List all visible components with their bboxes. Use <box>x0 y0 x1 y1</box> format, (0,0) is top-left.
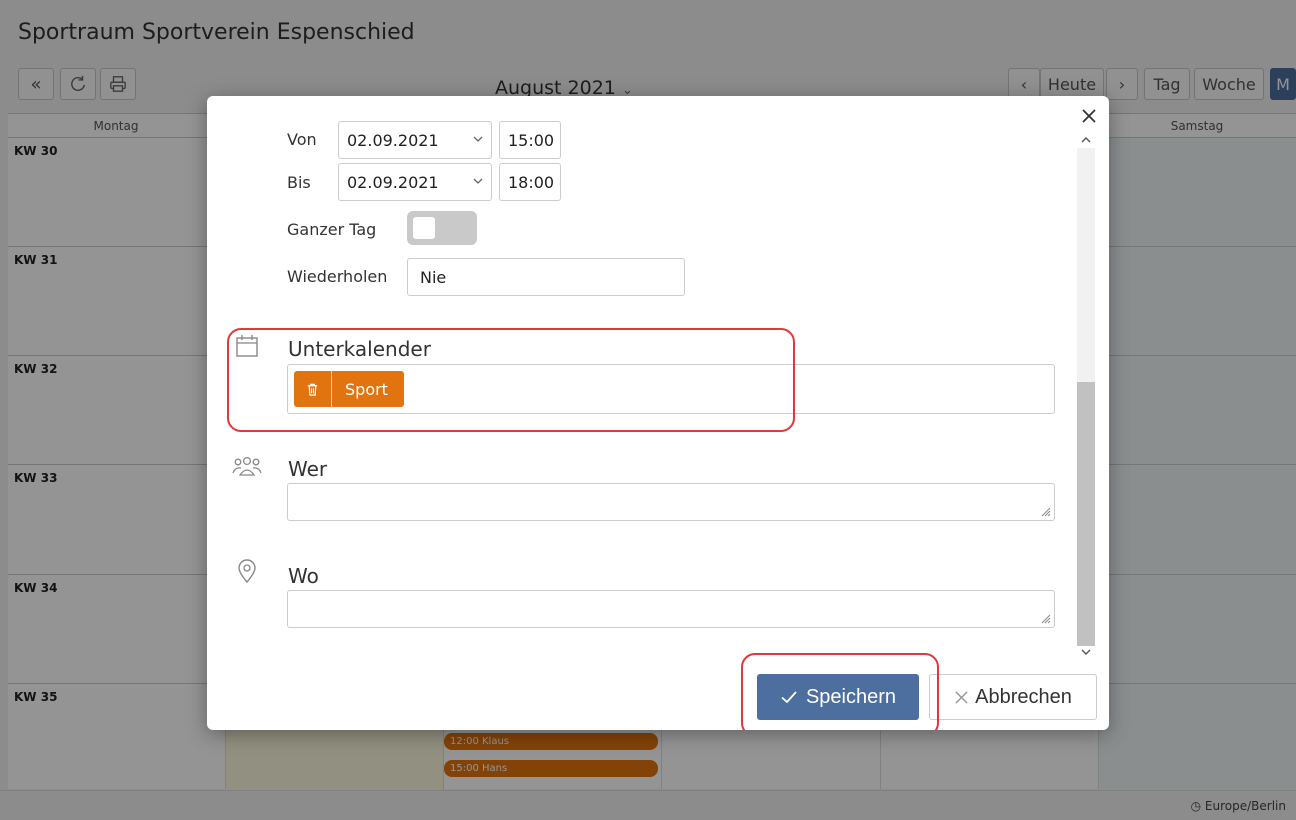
chevron-down-icon <box>473 178 483 184</box>
scroll-down-icon[interactable] <box>1080 646 1092 658</box>
who-textarea[interactable] <box>287 483 1055 521</box>
all-day-toggle[interactable] <box>407 211 477 245</box>
highlight-annotation <box>741 653 939 730</box>
from-time-input[interactable]: 15:00 <box>499 121 561 159</box>
cancel-label: Abbrechen <box>975 685 1072 708</box>
repeat-value: Nie <box>420 267 447 287</box>
where-title: Wo <box>288 564 319 588</box>
toggle-knob <box>413 217 435 239</box>
scroll-up-icon[interactable] <box>1080 134 1092 146</box>
to-time-value: 18:00 <box>508 172 555 192</box>
repeat-select[interactable]: Nie <box>407 258 685 296</box>
resize-handle-icon[interactable] <box>1040 506 1051 517</box>
close-icon <box>955 690 968 704</box>
cancel-button[interactable]: Abbrechen <box>929 674 1097 720</box>
where-textarea[interactable] <box>287 590 1055 628</box>
people-icon <box>232 456 262 476</box>
to-date-value: 02.09.2021 <box>347 172 439 192</box>
close-button[interactable] <box>1078 105 1100 127</box>
resize-handle-icon[interactable] <box>1040 613 1051 624</box>
who-title: Wer <box>288 457 328 481</box>
all-day-label: Ganzer Tag <box>287 220 377 239</box>
from-time-value: 15:00 <box>508 130 555 150</box>
to-time-input[interactable]: 18:00 <box>499 163 561 201</box>
location-pin-icon <box>238 559 256 584</box>
from-label: Von <box>287 130 317 149</box>
from-date-value: 02.09.2021 <box>347 130 439 150</box>
event-dialog: Von 02.09.2021 15:00 Bis 02.09.2021 18:0… <box>207 96 1109 730</box>
from-date-select[interactable]: 02.09.2021 <box>338 121 492 159</box>
repeat-label: Wiederholen <box>287 267 388 286</box>
to-date-select[interactable]: 02.09.2021 <box>338 163 492 201</box>
close-icon <box>1082 109 1096 123</box>
scroll-thumb[interactable] <box>1077 382 1095 646</box>
chevron-down-icon <box>473 136 483 142</box>
highlight-annotation <box>227 328 795 432</box>
to-label: Bis <box>287 173 311 192</box>
scrollbar[interactable] <box>1075 132 1097 662</box>
